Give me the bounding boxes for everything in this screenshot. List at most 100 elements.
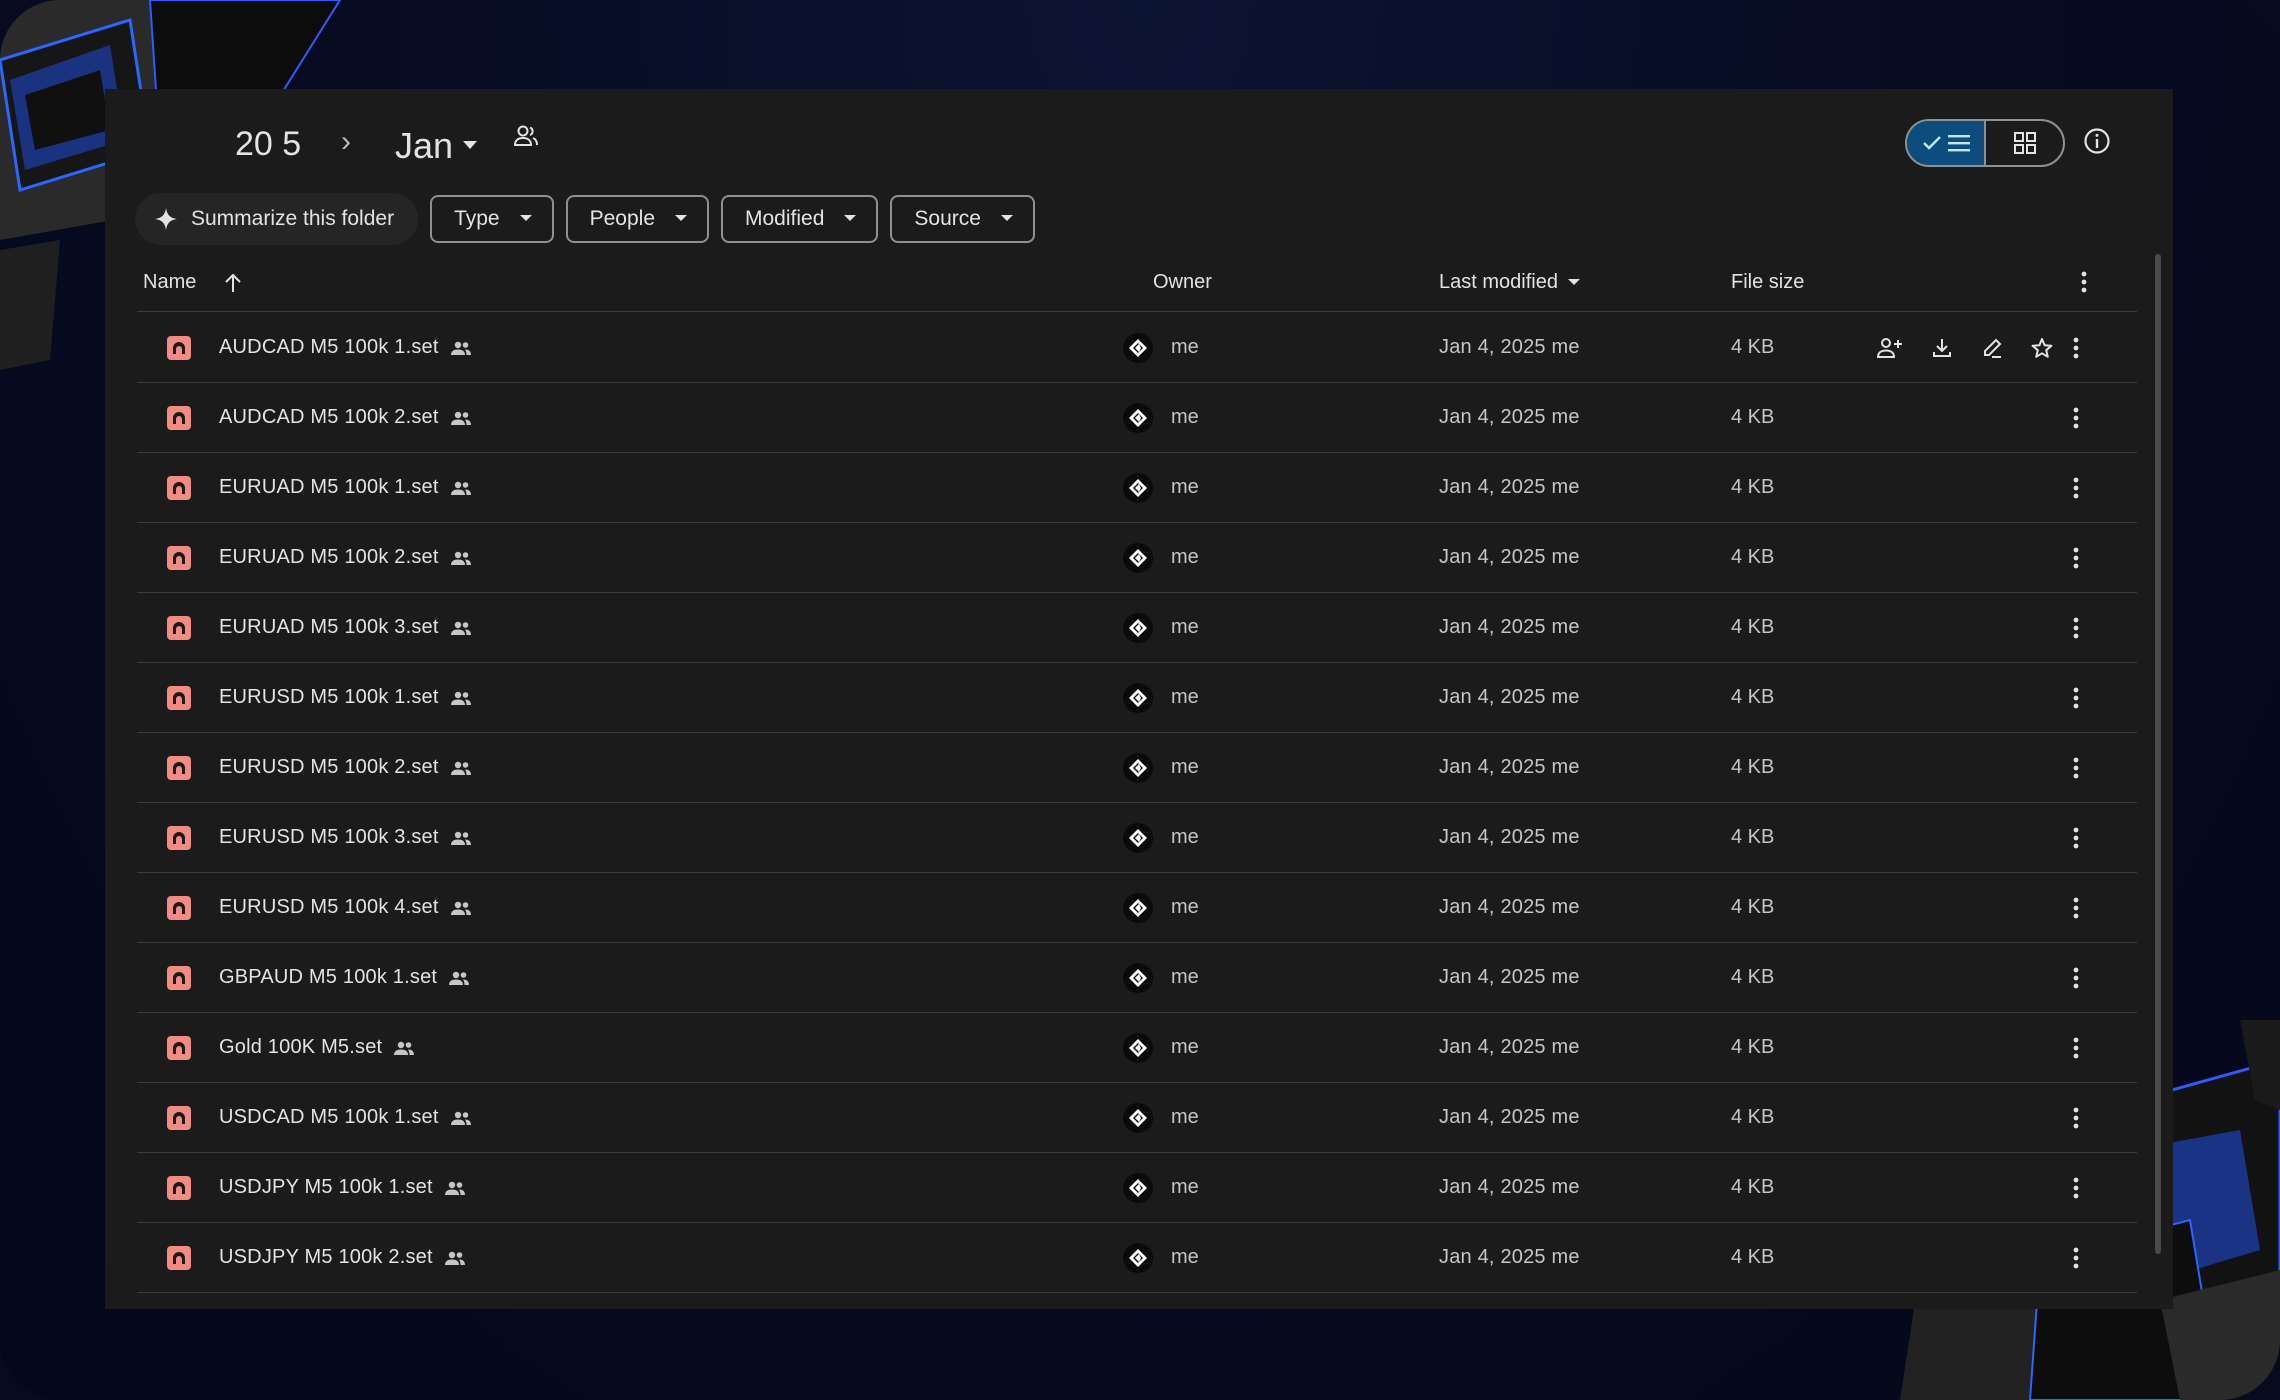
column-file-size-header[interactable]: File size [1731,271,1804,294]
breadcrumb-current-folder[interactable]: Jan [395,125,478,167]
more-vert-icon[interactable] [2073,453,2079,522]
table-header: Name Owner Last modified File size [137,261,2137,312]
table-row[interactable]: EURUSD M5 100k 2.set me Jan 4, 2025 me 4 KB [137,733,2137,803]
file-name-cell[interactable]: USDJPY M5 100k 2.set [167,1223,465,1292]
owner-name: me [1171,1036,1199,1058]
column-file-size-label: File size [1731,271,1805,293]
list-view-button[interactable] [1907,121,1986,165]
shared-people-icon [450,901,471,915]
star-icon[interactable] [2031,337,2053,359]
file-size-cell: 4 KB [1731,943,1774,1012]
owner-name: me [1171,616,1199,638]
filter-type[interactable]: Type [430,195,554,243]
file-name-cell[interactable]: USDJPY M5 100k 1.set [167,1153,465,1222]
more-vert-icon[interactable] [2073,593,2079,662]
download-icon[interactable] [1931,337,1953,359]
column-owner-header[interactable]: Owner [1153,271,1212,294]
last-modified-cell: Jan 4, 2025 me [1439,593,1580,662]
table-row[interactable]: EURUAD M5 100k 2.set me Jan 4, 2025 me 4 KB [137,523,2137,593]
table-row[interactable]: USDJPY M5 100k 2.set me Jan 4, 2025 me 4 KB [137,1223,2137,1293]
file-name-cell[interactable]: AUDCAD M5 100k 2.set [167,383,471,452]
avatar [1123,822,1153,853]
more-vert-icon[interactable] [2081,271,2087,293]
file-name-cell[interactable]: EURUAD M5 100k 2.set [167,523,471,592]
dropdown-arrow-icon [675,215,687,223]
owner-cell: me [1123,733,1199,802]
more-vert-icon[interactable] [2073,1153,2079,1222]
file-name: EURUSD M5 100k 3.set [219,826,439,848]
more-vert-icon[interactable] [2073,1223,2079,1292]
file-name-cell[interactable]: GBPAUD M5 100k 1.set [167,943,470,1012]
file-name-cell[interactable]: EURUSD M5 100k 2.set [167,733,471,802]
table-row[interactable]: Gold 100K M5.set me Jan 4, 2025 me 4 KB [137,1013,2137,1083]
file-size-value: 4 KB [1731,476,1775,498]
view-toggle [1905,119,2065,167]
file-name-cell[interactable]: EURUSD M5 100k 1.set [167,663,471,732]
summarize-label: Summarize this folder [191,207,395,230]
file-name-cell[interactable]: EURUAD M5 100k 3.set [167,593,471,662]
file-name-cell[interactable]: USDCAD M5 100k 1.set [167,1083,471,1152]
owner-name: me [1171,546,1199,568]
filter-source-label: Source [914,207,981,230]
filter-people[interactable]: People [565,195,709,243]
table-row[interactable]: AUDCAD M5 100k 1.set me Jan 4, 2025 me 4 KB [137,313,2137,383]
more-vert-icon[interactable] [2073,1013,2079,1082]
file-name-cell[interactable]: EURUSD M5 100k 3.set [167,803,471,872]
shared-people-icon [450,621,471,635]
more-vert-icon[interactable] [2073,873,2079,942]
last-modified-value: Jan 4, 2025 me [1439,826,1580,848]
owner-cell: me [1123,1153,1199,1222]
avatar [1123,402,1153,433]
more-vert-icon[interactable] [2073,803,2079,872]
scrollbar[interactable] [2155,254,2161,1254]
more-vert-icon[interactable] [2073,663,2079,732]
owner-name: me [1171,756,1199,778]
file-icon [167,615,191,640]
breadcrumb-parent[interactable]: 20 5 [235,125,301,164]
table-row[interactable]: AUDCAD M5 100k 2.set me Jan 4, 2025 me 4 KB [137,383,2137,453]
owner-name: me [1171,336,1199,358]
share-icon[interactable] [1877,337,1903,359]
shared-people-icon [450,481,471,495]
file-name-cell[interactable]: EURUSD M5 100k 4.set [167,873,471,942]
filter-modified[interactable]: Modified [721,195,879,243]
last-modified-cell: Jan 4, 2025 me [1439,453,1580,522]
info-icon[interactable] [2083,127,2111,160]
file-name-cell[interactable]: Gold 100K M5.set [167,1013,415,1082]
desktop-background: 20 5 › Jan Summarize this folder Type Pe… [0,0,2280,1400]
column-last-modified-header[interactable]: Last modified [1439,271,1580,294]
more-vert-icon[interactable] [2073,733,2079,802]
table-row[interactable]: EURUAD M5 100k 3.set me Jan 4, 2025 me 4 KB [137,593,2137,663]
rename-icon[interactable] [1981,337,2003,359]
more-vert-icon[interactable] [2073,383,2079,452]
table-row[interactable]: USDCAD M5 100k 1.set me Jan 4, 2025 me 4 KB [137,1083,2137,1153]
grid-view-icon [2013,132,2036,154]
filter-source[interactable]: Source [890,195,1035,243]
more-vert-icon[interactable] [2073,523,2079,592]
more-vert-icon[interactable] [2073,1083,2079,1152]
more-vert-icon[interactable] [2073,313,2079,382]
file-size-cell: 4 KB [1731,453,1774,522]
table-row[interactable]: EURUSD M5 100k 3.set me Jan 4, 2025 me 4 KB [137,803,2137,873]
grid-view-button[interactable] [1986,121,2063,165]
column-name-label: Name [143,271,197,293]
table-row[interactable]: EURUSD M5 100k 4.set me Jan 4, 2025 me 4 KB [137,873,2137,943]
owner-name: me [1171,686,1199,708]
last-modified-cell: Jan 4, 2025 me [1439,733,1580,802]
summarize-folder-button[interactable]: Summarize this folder [135,193,419,245]
table-row[interactable]: GBPAUD M5 100k 1.set me Jan 4, 2025 me 4 KB [137,943,2137,1013]
table-row[interactable]: EURUAD M5 100k 1.set me Jan 4, 2025 me 4 KB [137,453,2137,523]
file-size-value: 4 KB [1731,546,1775,568]
table-row[interactable]: USDJPY M5 100k 1.set me Jan 4, 2025 me 4 KB [137,1153,2137,1223]
filter-bar: Summarize this folder Type People Modifi… [135,193,1035,245]
shared-folder-icon[interactable] [513,125,539,147]
sort-arrow-up-icon[interactable] [224,273,242,293]
file-size-cell: 4 KB [1731,593,1774,662]
more-vert-icon[interactable] [2073,943,2079,1012]
file-size-value: 4 KB [1731,966,1775,988]
file-name-cell[interactable]: EURUAD M5 100k 1.set [167,453,471,522]
table-row[interactable]: EURUSD M5 100k 1.set me Jan 4, 2025 me 4 KB [137,663,2137,733]
last-modified-value: Jan 4, 2025 me [1439,1176,1580,1198]
file-name-cell[interactable]: AUDCAD M5 100k 1.set [167,313,471,382]
column-name-header[interactable]: Name [143,271,242,294]
